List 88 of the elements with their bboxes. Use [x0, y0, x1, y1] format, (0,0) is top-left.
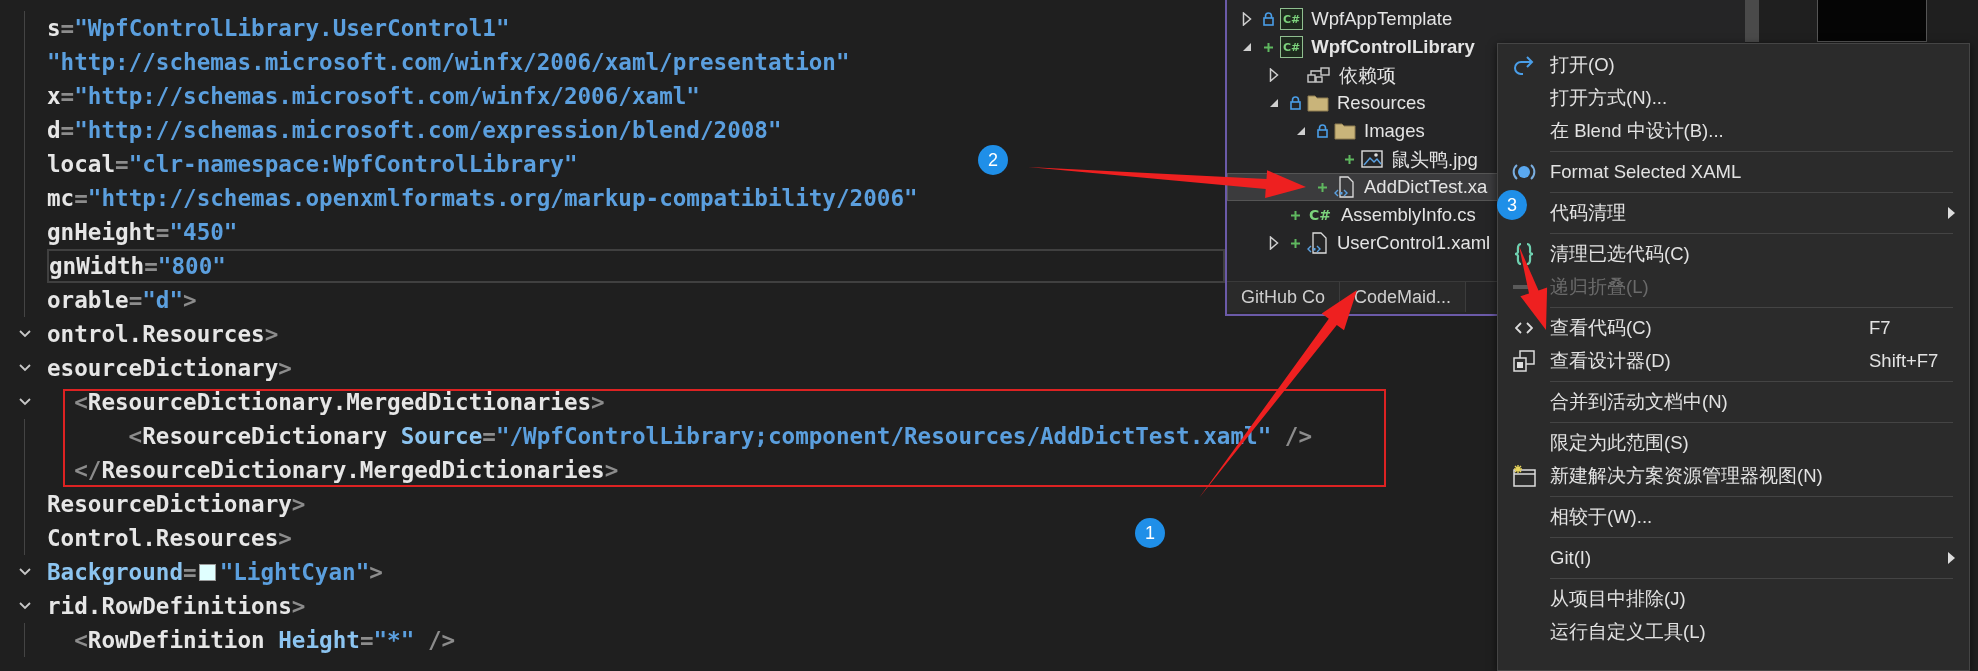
code-line: rid.RowDefinitions> — [47, 592, 306, 621]
menu-item[interactable]: 清理已选代码(C) — [1550, 237, 1969, 270]
code-line: <ResourceDictionary.MergedDictionaries> — [73, 388, 605, 417]
menu-item[interactable]: 打开(O) — [1550, 48, 1969, 81]
image-file-icon — [1361, 149, 1383, 169]
menu-item[interactable]: 运行自定义工具(L) — [1550, 615, 1969, 648]
folder-icon — [1334, 122, 1356, 140]
menu-item[interactable]: 合并到活动文档中(N) — [1550, 385, 1969, 418]
tree-label: WpfControlLibrary — [1311, 36, 1475, 58]
shortcut-label: Shift+F7 — [1869, 349, 1940, 372]
code-line: ontrol.Resources> — [47, 320, 279, 349]
panel-tab[interactable]: CodeMaid... — [1340, 282, 1467, 312]
menu-item-label: 打开方式(N)... — [1550, 86, 1669, 110]
code-line: Background= "LightCyan"> — [47, 558, 383, 587]
code-line: gnHeight="450" — [47, 218, 238, 247]
code-line: local="clr-namespace:WpfControlLibrary" — [47, 150, 578, 179]
fold-chevron-icon[interactable] — [18, 601, 32, 611]
menu-item-label: Git(I) — [1550, 546, 1593, 569]
braces-icon — [1512, 241, 1536, 266]
code-line: mc="http://schemas.openxmlformats.org/markup-compatibility/2006" — [47, 184, 918, 213]
code-line: s="WpfControlLibrary.UserControl1" — [47, 14, 510, 43]
tree-item[interactable]: C# WpfAppTemplate — [1227, 5, 1745, 33]
fold-chevron-icon[interactable] — [18, 397, 32, 407]
menu-item[interactable]: Git(I) — [1550, 541, 1969, 574]
language-label: C# — [1283, 12, 1301, 26]
expanded-triangle-icon[interactable] — [1269, 98, 1279, 108]
designer-window-icon — [1513, 349, 1535, 372]
new-window-icon — [1512, 464, 1536, 487]
code-line: d="http://schemas.microsoft.com/expression/blend/2008" — [47, 116, 782, 145]
code-line: "http://schemas.microsoft.com/winfx/2006/xaml/presentation" — [47, 48, 850, 77]
tree-label: Images — [1364, 120, 1425, 142]
tree-label: AssemblyInfo.cs — [1341, 204, 1476, 226]
xaml-file-icon — [1334, 176, 1356, 198]
menu-item[interactable]: 查看代码(C) F7 — [1550, 311, 1969, 344]
menu-item[interactable]: 打开方式(N)... — [1550, 81, 1969, 114]
ellipse-icon — [1512, 162, 1536, 181]
tree-label: 依赖项 — [1339, 63, 1396, 88]
tree-label: Resources — [1337, 92, 1426, 114]
dependencies-icon — [1307, 66, 1331, 84]
menu-item-label: 清理已选代码(C) — [1550, 242, 1691, 266]
code-line: </ResourceDictionary.MergedDictionaries> — [73, 456, 619, 485]
code-line: Control.Resources> — [47, 524, 292, 553]
redo-arrow-icon — [1512, 54, 1536, 75]
code-line: esourceDictionary> — [47, 354, 292, 383]
code-line: orable="d"> — [47, 286, 197, 315]
menu-item-label: 递归折叠(L) — [1550, 275, 1650, 299]
menu-item-label: 代码清理 — [1550, 201, 1627, 225]
menu-item[interactable]: 限定为此范围(S) — [1550, 426, 1969, 459]
language-label: C# — [1283, 40, 1301, 54]
panel-tab[interactable]: GitHub Co — [1227, 282, 1341, 312]
code-line: ResourceDictionary> — [47, 490, 306, 519]
fold-chevron-icon[interactable] — [18, 363, 32, 373]
expanded-triangle-icon[interactable] — [1296, 126, 1306, 136]
expanded-triangle-icon[interactable] — [1242, 42, 1252, 52]
menu-item-label: 打开(O) — [1550, 53, 1616, 77]
fold-chevron-icon[interactable] — [18, 329, 32, 339]
menu-item-label: 查看设计器(D) — [1550, 349, 1672, 373]
xaml-file-icon — [1307, 232, 1329, 254]
number-badge: 2 — [978, 145, 1008, 175]
tree-label: WpfAppTemplate — [1311, 8, 1453, 30]
folder-icon — [1307, 94, 1329, 112]
menu-item[interactable]: 从项目中排除(J) — [1550, 582, 1969, 615]
menu-item-label: 新建解决方案资源管理器视图(N) — [1550, 464, 1824, 488]
menu-item[interactable]: 在 Blend 中设计(B)... — [1550, 114, 1969, 147]
collapsed-triangle-icon[interactable] — [1269, 68, 1279, 82]
number-badge: 1 — [1135, 518, 1165, 548]
menu-item-label: 相较于(W)... — [1550, 505, 1654, 529]
fold-chevron-icon[interactable] — [18, 567, 32, 577]
collapsed-triangle-icon[interactable] — [1242, 12, 1252, 26]
menu-item-label: 合并到活动文档中(N) — [1550, 390, 1729, 414]
code-line: <RowDefinition Height="*" /> — [73, 626, 456, 655]
menu-item-label: 限定为此范围(S) — [1550, 431, 1690, 455]
menu-item[interactable]: 相较于(W)... — [1550, 500, 1969, 533]
scrollbar-thumb[interactable] — [1745, 0, 1759, 42]
language-label: C# — [1308, 206, 1332, 225]
shortcut-label: F7 — [1869, 316, 1892, 339]
collapsed-triangle-icon[interactable] — [1269, 236, 1279, 250]
tree-label: 鼠头鸭.jpg — [1391, 147, 1478, 172]
tree-label: AddDictTest.xa — [1364, 176, 1488, 198]
code-line: x="http://schemas.microsoft.com/winfx/2006/xaml" — [47, 82, 700, 111]
menu-item-label: 查看代码(C) — [1550, 316, 1653, 340]
menu-item[interactable]: 新建解决方案资源管理器视图(N) — [1550, 459, 1969, 492]
menu-item-label: 在 Blend 中设计(B)... — [1550, 119, 1725, 143]
menu-item[interactable]: 查看设计器(D) Shift+F7 — [1550, 344, 1969, 377]
code-brackets-icon — [1515, 320, 1533, 335]
menu-item-label: 运行自定义工具(L) — [1550, 620, 1707, 644]
tree-label: UserControl1.xaml — [1337, 232, 1491, 254]
menu-item-label: 从项目中排除(J) — [1550, 587, 1687, 611]
